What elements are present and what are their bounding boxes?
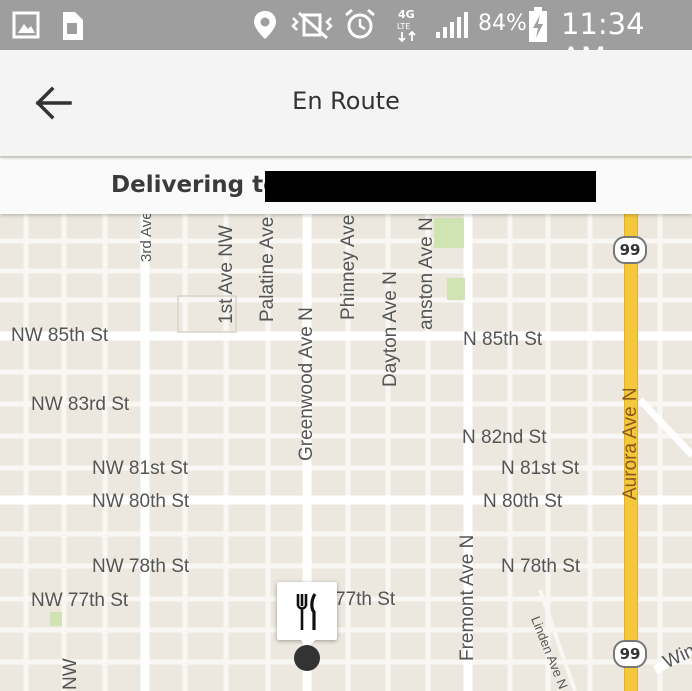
street-label: 77th St (335, 589, 396, 610)
street-label: N 82nd St (462, 427, 547, 448)
delivering-to-label: Delivering to (111, 172, 279, 198)
fork-knife-icon (296, 593, 317, 630)
highway-shield: 99 (613, 640, 647, 668)
map-view[interactable]: NW 85th St N 85th St NW 83rd St N 82nd S… (0, 214, 692, 691)
street-label: Fremont Ave N (457, 534, 478, 661)
street-label: Phinney Ave (338, 214, 359, 320)
street-label: 3rd Ave (138, 214, 155, 262)
location-icon (254, 11, 276, 39)
sim-icon (63, 12, 83, 40)
alarm-icon (345, 8, 375, 39)
4g-lte-icon: 4G LTE (397, 8, 416, 43)
page-title: En Route (292, 87, 400, 115)
app-bar: En Route (0, 50, 692, 156)
street-label: NW 77th St (31, 590, 129, 611)
street-label: 1st Ave NW (216, 225, 237, 324)
delivery-banner: Delivering to (0, 158, 692, 214)
street-label: Dayton Ave N (380, 271, 401, 387)
street-label: NW (60, 658, 81, 690)
street-label: Aurora Ave N (620, 387, 641, 500)
signal-icon (436, 12, 468, 38)
location-dot (294, 645, 320, 671)
redacted-address (265, 171, 596, 202)
street-label: N 80th St (483, 491, 563, 512)
street-label: N 81st St (501, 458, 580, 479)
highway-shield: 99 (613, 236, 647, 264)
street-label: Greenwood Ave N (296, 307, 317, 461)
svg-text:4G: 4G (398, 8, 415, 21)
street-label: NW 80th St (92, 491, 190, 512)
street-label: N 85th St (463, 329, 543, 350)
street-label: Palatine Ave (257, 216, 278, 322)
battery-percent: 84% (478, 11, 527, 36)
battery-charging-icon (529, 7, 547, 42)
street-label: NW 81st St (92, 458, 189, 479)
street-label: N 78th St (501, 556, 581, 577)
restaurant-pin[interactable] (277, 582, 337, 649)
street-label: anston Ave N (416, 217, 437, 330)
street-label: NW 83rd St (31, 394, 130, 415)
status-bar: 4G LTE 84% 11:34 AM (0, 0, 692, 75)
svg-text:LTE: LTE (397, 22, 410, 31)
vibrate-icon (291, 11, 333, 40)
street-label: NW 78th St (92, 556, 190, 577)
gallery-icon (12, 11, 40, 39)
street-label: NW 85th St (11, 325, 109, 346)
